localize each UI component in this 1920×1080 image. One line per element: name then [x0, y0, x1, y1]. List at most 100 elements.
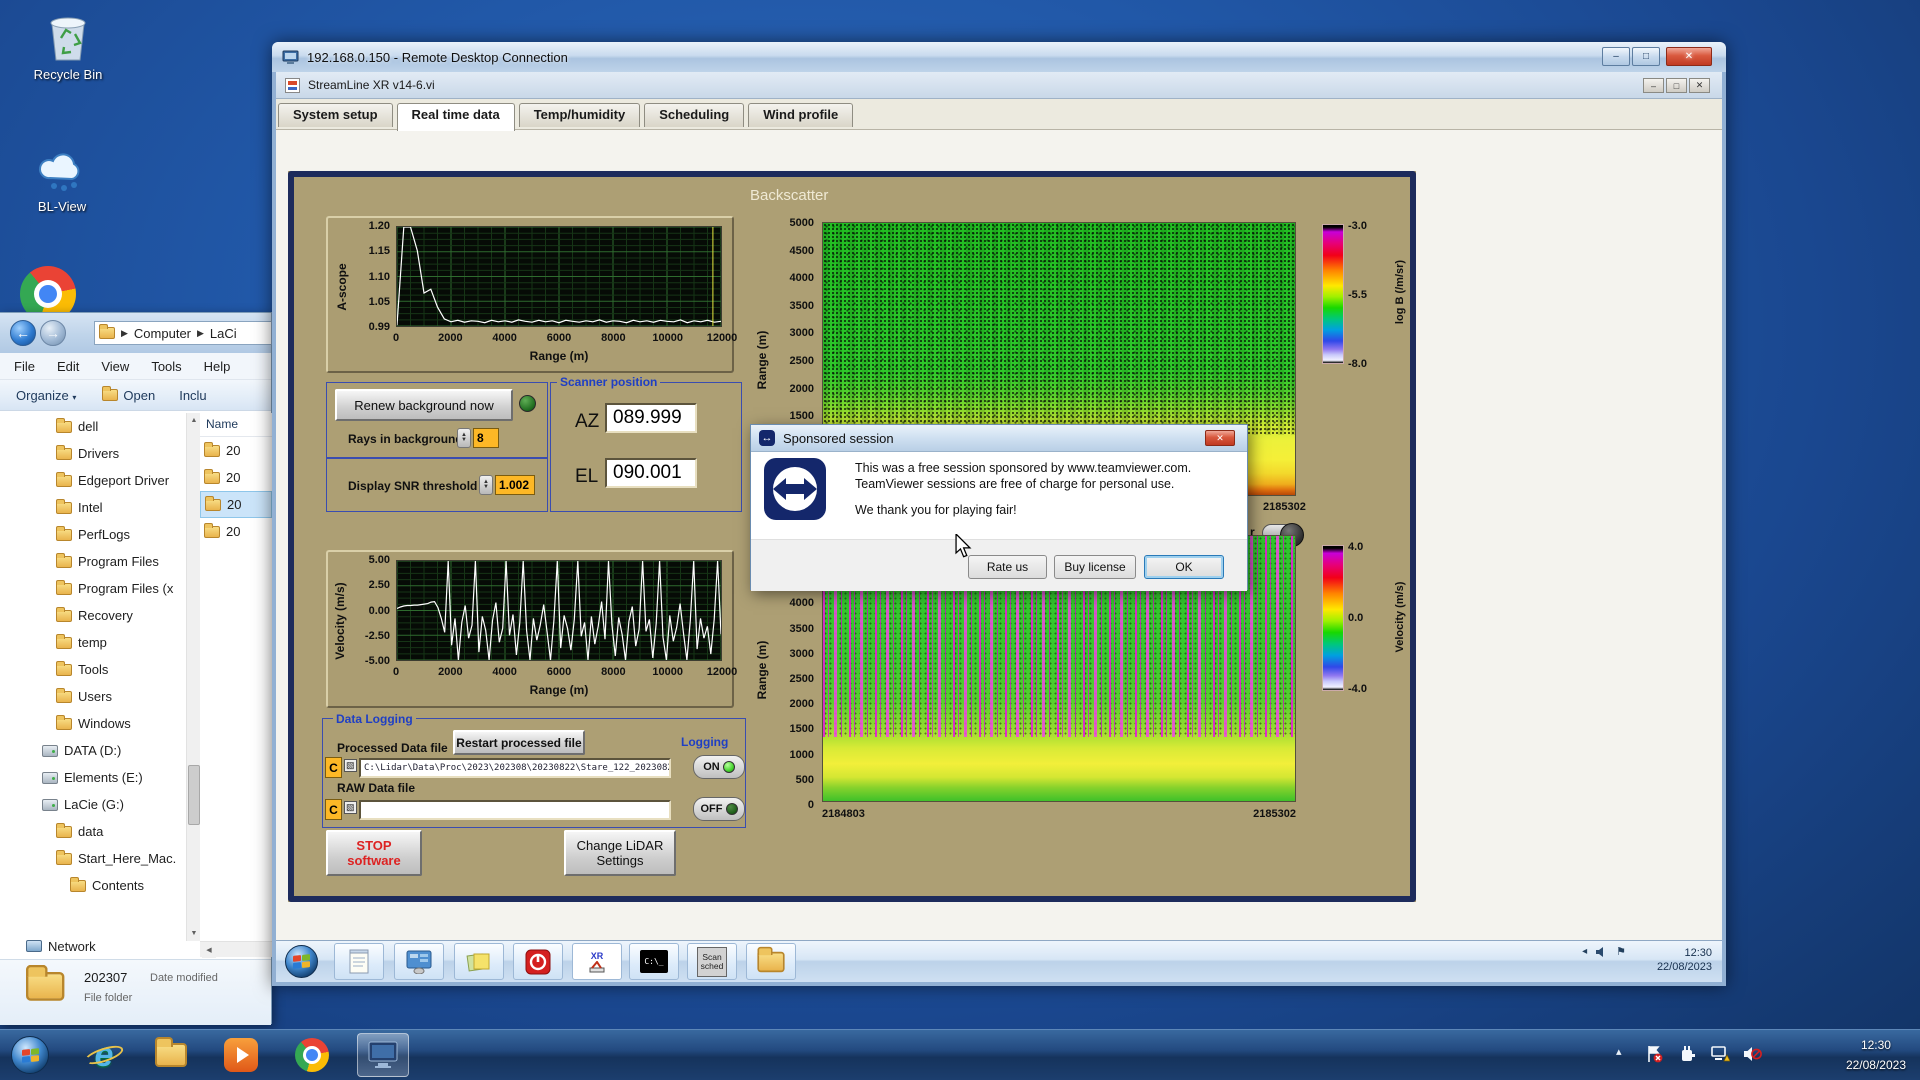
- stop-software-button[interactable]: STOP software: [326, 830, 422, 876]
- breadcrumb-drive[interactable]: LaCi: [210, 326, 237, 341]
- file-row[interactable]: 20: [200, 437, 272, 464]
- tab[interactable]: System setup: [278, 103, 393, 127]
- tree-item-network[interactable]: Network: [0, 933, 186, 959]
- buy-license-button[interactable]: Buy license: [1054, 555, 1136, 579]
- az-value[interactable]: 089.999: [605, 403, 697, 433]
- remote-scan-sched-icon[interactable]: Scan sched: [687, 943, 737, 980]
- back-button[interactable]: ←: [10, 320, 36, 346]
- close-button[interactable]: ✕: [1666, 47, 1712, 66]
- open-button[interactable]: Open: [102, 386, 155, 403]
- minimize-button[interactable]: –: [1602, 47, 1630, 66]
- snr-value[interactable]: 1.002: [495, 475, 535, 495]
- remote-start-button[interactable]: [285, 945, 318, 978]
- processed-path-field[interactable]: C:\Lidar\Data\Proc\2023\202308\20230822\…: [359, 758, 671, 778]
- rays-value[interactable]: 8: [473, 428, 499, 448]
- dialog-title-bar[interactable]: ↔ Sponsored session ✕: [751, 425, 1247, 452]
- address-bar[interactable]: ▶ Computer ▶ LaCi: [94, 321, 272, 345]
- remote-cmd-icon[interactable]: C:\_: [629, 943, 679, 980]
- volume-muted-icon[interactable]: [1743, 1045, 1762, 1063]
- hidden-icons-button[interactable]: ▴: [1616, 1045, 1622, 1058]
- remote-sticky-notes-icon[interactable]: [454, 943, 504, 980]
- ok-button[interactable]: OK: [1144, 555, 1224, 579]
- remote-display-settings-icon[interactable]: [394, 943, 444, 980]
- menu-item[interactable]: Tools: [151, 359, 181, 374]
- tab[interactable]: Scheduling: [644, 103, 745, 127]
- renew-background-button[interactable]: Renew background now: [335, 389, 513, 421]
- tab[interactable]: Real time data: [396, 103, 515, 131]
- tab[interactable]: Wind profile: [748, 103, 854, 127]
- spin-down-icon[interactable]: ▼: [483, 484, 489, 490]
- taskbar-clock[interactable]: 12:30 22/08/2023: [1846, 1035, 1906, 1075]
- organize-button[interactable]: Organize ▾: [16, 388, 76, 403]
- include-button[interactable]: Inclu: [179, 388, 206, 403]
- raw-logging-toggle[interactable]: OFF: [693, 797, 745, 821]
- remote-shutdown-icon[interactable]: [513, 943, 563, 980]
- action-center-flag-icon[interactable]: [1645, 1045, 1663, 1063]
- file-row[interactable]: 20: [200, 518, 272, 545]
- tree-item[interactable]: Intel: [0, 494, 186, 521]
- remote-notepad-icon[interactable]: [334, 943, 384, 980]
- dialog-close-button[interactable]: ✕: [1205, 430, 1235, 446]
- taskbar-explorer-icon[interactable]: [145, 1033, 197, 1077]
- change-lidar-settings-button[interactable]: Change LiDAR Settings: [564, 830, 676, 876]
- tree-item[interactable]: DATA (D:): [0, 737, 186, 764]
- maximize-button[interactable]: □: [1632, 47, 1660, 66]
- tree-item[interactable]: temp: [0, 629, 186, 656]
- lv-restore-button[interactable]: □: [1666, 78, 1687, 93]
- column-header-name[interactable]: Name: [200, 413, 272, 437]
- tree-item[interactable]: LaCie (G:): [0, 791, 186, 818]
- tree-item[interactable]: Program Files (x: [0, 575, 186, 602]
- bl-view-shortcut[interactable]: BL-View: [16, 150, 108, 214]
- menu-item[interactable]: Help: [204, 359, 231, 374]
- tree-item[interactable]: data: [0, 818, 186, 845]
- scrollbar-thumb[interactable]: [188, 765, 200, 825]
- remote-labview-xr-icon[interactable]: XR: [572, 943, 622, 980]
- scroll-down-icon[interactable]: ▼: [187, 926, 201, 941]
- menu-item[interactable]: View: [101, 359, 129, 374]
- rdp-title-bar[interactable]: 192.168.0.150 - Remote Desktop Connectio…: [272, 42, 1726, 72]
- remote-hidden-icons-icon[interactable]: ◂: [1582, 946, 1587, 957]
- tree-item[interactable]: PerfLogs: [0, 521, 186, 548]
- start-button[interactable]: [11, 1036, 49, 1074]
- taskbar-chrome-icon[interactable]: [286, 1033, 338, 1077]
- power-plug-icon[interactable]: [1679, 1045, 1697, 1063]
- processed-logging-toggle[interactable]: ON: [693, 755, 745, 779]
- taskbar-rdp-icon[interactable]: [357, 1033, 409, 1077]
- recycle-bin-shortcut[interactable]: Recycle Bin: [22, 10, 114, 82]
- labview-title-bar[interactable]: StreamLine XR v14-6.vi – □ ✕: [276, 72, 1722, 99]
- breadcrumb-computer[interactable]: Computer: [134, 326, 191, 341]
- processed-drive-combo[interactable]: C: [325, 757, 342, 778]
- horizontal-scrollbar[interactable]: ◀: [200, 941, 272, 958]
- lv-close-button[interactable]: ✕: [1689, 78, 1710, 93]
- taskbar-ie-icon[interactable]: e: [78, 1033, 130, 1077]
- path-browse-icon[interactable]: ▧: [344, 801, 357, 814]
- taskbar-media-player-icon[interactable]: [215, 1033, 267, 1077]
- tree-item[interactable]: Users: [0, 683, 186, 710]
- path-browse-icon[interactable]: ▧: [344, 759, 357, 772]
- el-value[interactable]: 090.001: [605, 458, 697, 488]
- raw-path-field[interactable]: [359, 800, 671, 820]
- tree-scrollbar[interactable]: ▲ ▼: [186, 413, 201, 941]
- scroll-up-icon[interactable]: ▲: [187, 413, 201, 428]
- rays-spinner[interactable]: ▲ ▼: [457, 428, 471, 448]
- scroll-left-icon[interactable]: ◀: [202, 943, 216, 958]
- spin-down-icon[interactable]: ▼: [461, 437, 467, 443]
- tree-item[interactable]: Elements (E:): [0, 764, 186, 791]
- menu-item[interactable]: Edit: [57, 359, 79, 374]
- tree-item[interactable]: Windows: [0, 710, 186, 737]
- snr-spinner[interactable]: ▲ ▼: [479, 475, 493, 495]
- tree-item[interactable]: Drivers: [0, 440, 186, 467]
- forward-button[interactable]: →: [40, 320, 66, 346]
- menu-item[interactable]: File: [14, 359, 35, 374]
- file-row[interactable]: 20: [200, 464, 272, 491]
- remote-volume-icon[interactable]: [1595, 946, 1608, 958]
- tree-item[interactable]: Program Files: [0, 548, 186, 575]
- lv-minimize-button[interactable]: –: [1643, 78, 1664, 93]
- tab[interactable]: Temp/humidity: [518, 103, 641, 127]
- file-row[interactable]: 20: [200, 491, 272, 518]
- remote-folder-icon[interactable]: [746, 943, 796, 980]
- tree-item[interactable]: Recovery: [0, 602, 186, 629]
- restart-processed-button[interactable]: Restart processed file: [453, 730, 585, 755]
- tree-item[interactable]: Tools: [0, 656, 186, 683]
- rate-us-button[interactable]: Rate us: [968, 555, 1047, 579]
